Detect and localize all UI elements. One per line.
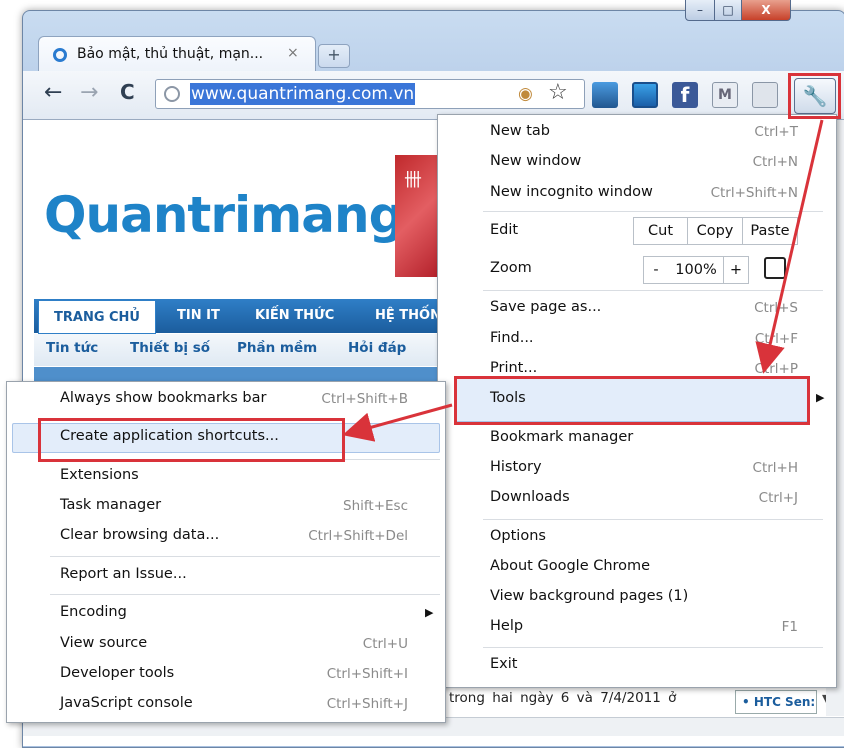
annotation-arrow: [342, 403, 453, 442]
annotation-arrow: [755, 119, 824, 374]
annotation-arrows: [342, 119, 824, 442]
